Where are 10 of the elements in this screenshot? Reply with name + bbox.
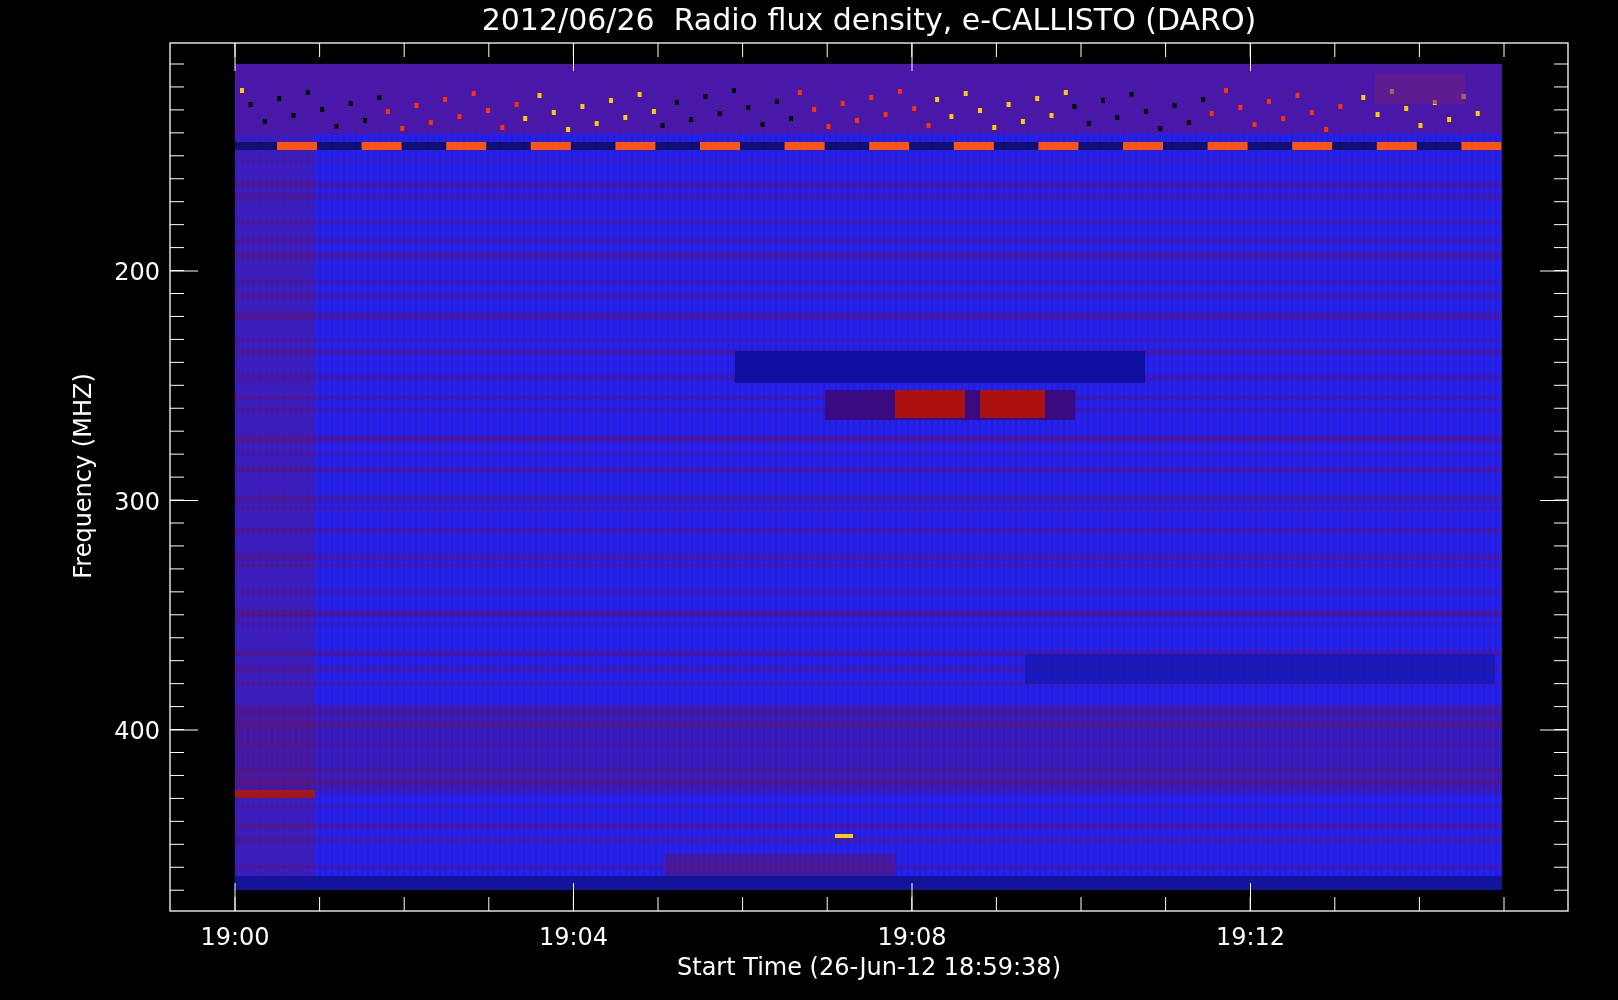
y-tick-label: 400	[114, 717, 160, 745]
x-axis-label: Start Time (26-Jun-12 18:59:38)	[677, 953, 1061, 981]
y-tick-label: 300	[114, 487, 160, 516]
y-tick-label: 200	[114, 258, 160, 286]
y-axis-label: Frequency (MHZ)	[69, 373, 97, 579]
x-tick-label: 19:04	[538, 923, 609, 951]
x-tick-label: 19:12	[1215, 923, 1286, 951]
x-tick-label: 19:00	[200, 923, 270, 951]
x-tick-label: 19:08	[877, 923, 947, 951]
chart-title: 2012/06/26 Radio flux density, e-CALLISTO (DARO)	[481, 2, 1257, 37]
